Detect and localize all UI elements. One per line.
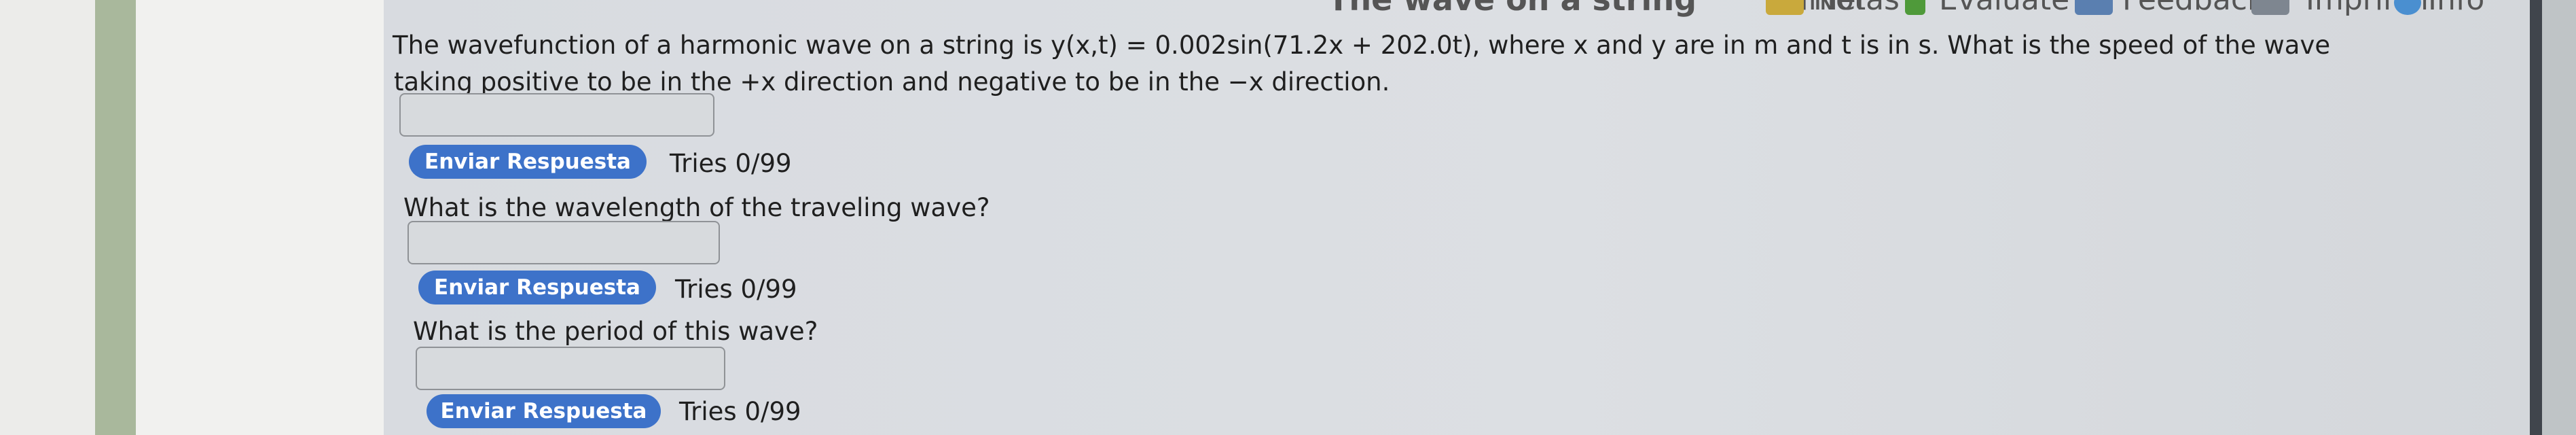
submit-button-2[interactable]: Enviar Respuesta	[418, 271, 656, 304]
monitor-frame	[136, 0, 384, 435]
question-2-text: What is the wavelength of the traveling …	[403, 193, 990, 222]
answer-input-1[interactable]	[399, 93, 714, 137]
info-button[interactable]: Info	[2428, 0, 2484, 17]
background-left	[0, 0, 102, 435]
evaluate-icon[interactable]	[1905, 0, 1925, 15]
background-right	[2542, 0, 2576, 435]
tries-counter-2: Tries 0/99	[675, 275, 797, 304]
answer-input-3[interactable]	[416, 347, 725, 390]
question-3-text: What is the period of this wave?	[413, 317, 818, 346]
feedback-icon[interactable]	[2075, 0, 2113, 15]
evaluate-button[interactable]: Evaluate	[1939, 0, 2069, 17]
question-1-line-1: The wavefunction of a harmonic wave on a…	[393, 31, 2331, 60]
submit-button-3[interactable]: Enviar Respuesta	[427, 394, 661, 428]
tries-counter-3: Tries 0/99	[679, 397, 801, 426]
print-icon[interactable]	[2251, 0, 2289, 15]
notes-icon[interactable]	[1766, 0, 1804, 15]
problem-title: The wave on a string	[1328, 0, 1697, 18]
answer-input-2[interactable]	[407, 221, 720, 264]
feedback-button[interactable]: Feedback	[2122, 0, 2265, 17]
submit-button-1[interactable]: Enviar Respuesta	[409, 145, 647, 179]
tries-counter-1: Tries 0/99	[670, 149, 792, 178]
screen-edge	[2530, 0, 2542, 435]
top-toolbar: The wave on a string Timer Notas Evaluat…	[384, 0, 2530, 20]
notas-button[interactable]: Notas	[1813, 0, 1900, 17]
